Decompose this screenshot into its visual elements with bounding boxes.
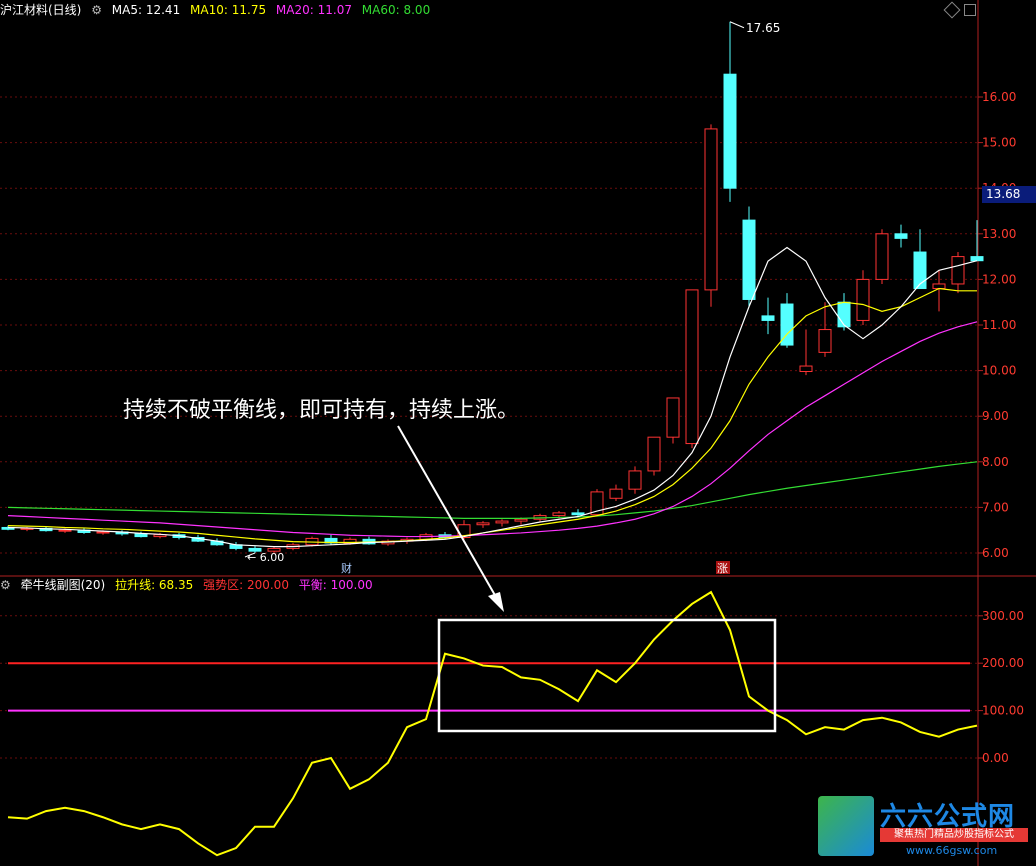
candle-up	[552, 512, 566, 517]
event-marker-zhang: 涨	[717, 562, 728, 575]
price-tick-label: 13.00	[982, 227, 1016, 241]
ma10-legend: MA10: 11.75	[190, 3, 267, 17]
event-marker-cai: 财	[341, 561, 352, 575]
annotation-arrow-shaft	[397, 425, 501, 605]
candle-up	[856, 278, 870, 321]
price-tick-label: 10.00	[982, 364, 1016, 378]
annotation-arrow-head	[488, 592, 504, 612]
candle-down	[913, 251, 927, 290]
logo-chart-icon	[818, 796, 874, 856]
current-price-tag: 13.68	[982, 186, 1036, 203]
ma20-line	[7, 321, 978, 538]
price-tick-label: 11.00	[982, 318, 1016, 332]
annotation-text: 持续不破平衡线，即可持有，持续上涨。	[123, 398, 520, 423]
indicator-tick-label: 300.00	[982, 609, 1024, 623]
indicator-name-label[interactable]: 牵牛线副图(20)	[21, 578, 106, 592]
candle-down	[970, 256, 984, 262]
indicator-tick-label: 200.00	[982, 656, 1024, 670]
candle-down	[571, 512, 585, 516]
indicator-tick-label: 100.00	[982, 704, 1024, 718]
high-marker-pointer	[729, 21, 745, 29]
candle-up	[476, 522, 490, 526]
balance-line-legend: 平衡: 100.00	[298, 578, 373, 592]
candle-up	[514, 518, 528, 522]
price-tick-label: 15.00	[982, 136, 1016, 150]
indicator-settings-gear-icon[interactable]: ⚙	[0, 578, 11, 592]
ma60-line	[7, 461, 978, 519]
ma5-legend: MA5: 12.41	[111, 3, 181, 17]
settings-gear-icon[interactable]: ⚙	[91, 3, 102, 17]
candle-up	[685, 289, 699, 445]
candle-down	[742, 219, 756, 300]
candle-down	[894, 233, 908, 239]
logo-subtitle: 聚焦热门精品炒股指标公式	[880, 828, 1028, 842]
window-maximize-icon[interactable]	[964, 4, 976, 16]
candle-up	[609, 488, 623, 499]
price-tick-label: 12.00	[982, 272, 1016, 286]
candle-up	[704, 128, 718, 291]
candle-up	[96, 531, 110, 534]
candle-up	[666, 397, 680, 438]
price-tick-label: 16.00	[982, 90, 1016, 104]
candle-up	[932, 283, 946, 290]
candle-up	[875, 233, 889, 280]
indicator-tick-label: 0.00	[982, 751, 1009, 765]
candle-up	[647, 436, 661, 472]
candle-up	[799, 365, 813, 373]
logo-url: www.66gsw.com	[906, 844, 998, 857]
indicator-header: ⚙ 牵牛线副图(20) 拉升线: 68.35 强势区: 200.00 平衡: 1…	[0, 576, 379, 594]
price-tick-label: 9.00	[982, 409, 1009, 423]
candle-down	[723, 73, 737, 189]
candle-up	[628, 470, 642, 490]
price-tick-label: 6.00	[982, 546, 1009, 560]
candle-down	[134, 533, 148, 538]
chart-canvas: 16.0015.0014.0013.0012.0011.0010.009.008…	[0, 0, 1036, 866]
candle-up	[818, 329, 832, 353]
candle-up	[495, 520, 509, 524]
watermark-logo: 六六公式网 聚焦热门精品炒股指标公式 www.66gsw.com	[818, 796, 1032, 862]
candle-down	[761, 315, 775, 321]
main-chart-header: 沪江材料(日线) ⚙ MA5: 12.41 MA10: 11.75 MA20: …	[0, 1, 436, 19]
strong-zone-legend: 强势区: 200.00	[203, 578, 289, 592]
candle-up	[58, 529, 72, 532]
ma60-legend: MA60: 8.00	[361, 3, 431, 17]
price-tick-label: 8.00	[982, 455, 1009, 469]
stock-symbol-label[interactable]: 沪江材料(日线)	[0, 3, 81, 17]
lasheng-line-legend: 拉升线: 68.35	[115, 578, 194, 592]
chart-window: 16.0015.0014.0013.0012.0011.0010.009.008…	[0, 0, 1036, 866]
ma20-legend: MA20: 11.07	[275, 3, 352, 17]
candle-up	[951, 256, 965, 285]
price-tick-label: 7.00	[982, 500, 1009, 514]
candle-down	[837, 301, 851, 328]
high-price-label: 17.65	[746, 21, 780, 35]
low-price-label: ← 6.00	[247, 551, 284, 564]
